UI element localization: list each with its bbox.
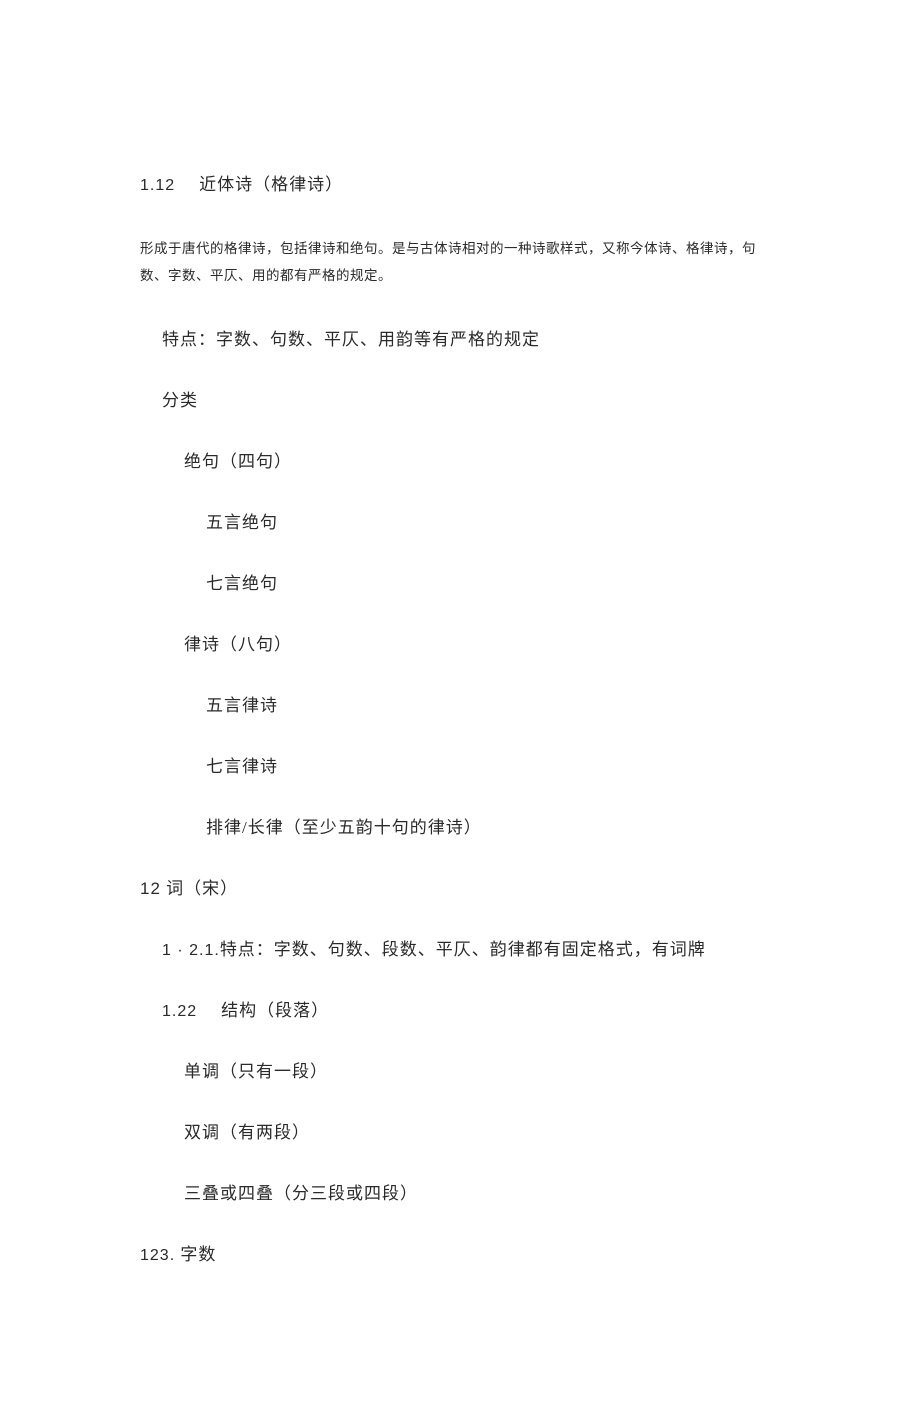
section-heading-jintishi: 1.12 近体诗（格律诗）	[140, 170, 780, 195]
section-heading-ci: 12 词（宋）	[140, 874, 780, 899]
structure-heading: 1.22 结构（段落）	[140, 996, 780, 1021]
jueju-wuyan: 五言绝句	[140, 508, 780, 533]
section-number-ci: 12	[140, 879, 161, 898]
structure-dandiao: 单调（只有一段）	[140, 1057, 780, 1082]
section-description: 形成于唐代的格律诗，包括律诗和绝句。是与古体诗相对的一种诗歌样式，又称今体诗、格…	[140, 235, 780, 289]
lushi-wuyan: 五言律诗	[140, 691, 780, 716]
feature-number: 1 · 2.1.	[162, 942, 220, 959]
lushi-title: 律诗（八句）	[140, 630, 780, 655]
lushi-pailu: 排律/长律（至少五韵十句的律诗）	[140, 813, 780, 838]
feature-text: 特点：字数、句数、平仄、用韵等有严格的规定	[140, 325, 780, 350]
section-title: 近体诗（格律诗）	[199, 175, 343, 194]
structure-title: 结构（段落）	[221, 1001, 329, 1020]
structure-sandie: 三叠或四叠（分三段或四段）	[140, 1179, 780, 1204]
section-title-ci: 词（宋）	[166, 879, 238, 898]
jueju-title: 绝句（四句）	[140, 447, 780, 472]
zishu-title: 字数	[180, 1245, 216, 1264]
classification-label: 分类	[140, 386, 780, 411]
zishu-number: 123.	[140, 1247, 175, 1264]
lushi-qiyan: 七言律诗	[140, 752, 780, 777]
feature-text-ci: 特点：字数、句数、段数、平仄、韵律都有固定格式，有词牌	[220, 940, 706, 959]
ci-feature: 1 · 2.1.特点：字数、句数、段数、平仄、韵律都有固定格式，有词牌	[140, 935, 780, 960]
structure-number: 1.22	[162, 1003, 197, 1020]
jueju-qiyan: 七言绝句	[140, 569, 780, 594]
zishu-heading: 123. 字数	[140, 1240, 780, 1265]
section-number: 1.12	[140, 177, 175, 194]
structure-shuangdiao: 双调（有两段）	[140, 1118, 780, 1143]
